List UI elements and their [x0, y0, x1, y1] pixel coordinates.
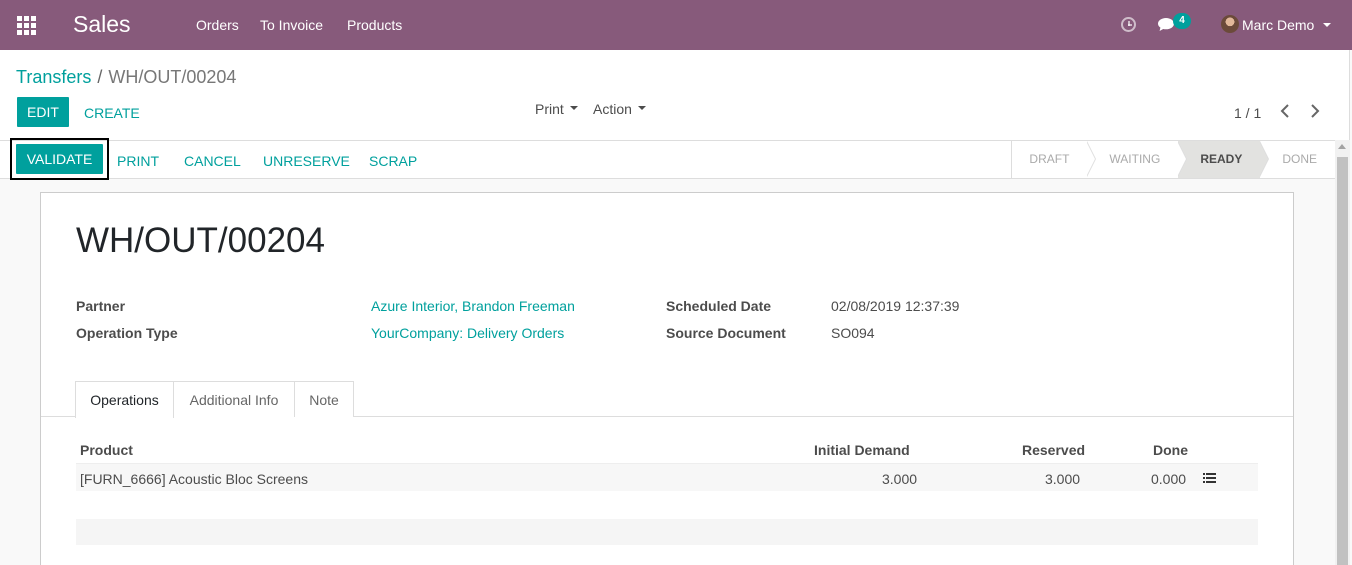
menu-orders[interactable]: Orders: [196, 17, 239, 33]
form-sheet: WH/OUT/00204 Partner Azure Interior, Bra…: [40, 192, 1294, 565]
create-button[interactable]: CREATE: [84, 105, 140, 121]
validate-highlight: VALIDATE: [10, 138, 109, 180]
tab-note[interactable]: Note: [294, 381, 354, 417]
chevron-left-icon[interactable]: [1278, 102, 1292, 120]
stage-pipeline: DRAFT WAITING READY DONE: [1011, 140, 1335, 178]
stage-waiting: WAITING: [1087, 140, 1188, 178]
action-dropdown-label: Action: [593, 101, 632, 117]
breadcrumb: Transfers / WH/OUT/00204: [16, 67, 236, 88]
detailed-operations-list-icon[interactable]: [1203, 473, 1216, 483]
breadcrumb-current: WH/OUT/00204: [108, 67, 237, 87]
tab-operations[interactable]: Operations: [75, 381, 174, 418]
statusbar: VALIDATE PRINT CANCEL UNRESERVE SCRAP DR…: [0, 138, 1335, 180]
source-document-label: Source Document: [666, 325, 786, 341]
breadcrumb-separator: /: [97, 67, 103, 87]
breadcrumb-transfers-link[interactable]: Transfers: [16, 67, 91, 87]
print-dropdown-label: Print: [535, 101, 564, 117]
print-button[interactable]: PRINT: [117, 153, 159, 169]
menu-products[interactable]: Products: [347, 17, 402, 33]
empty-table-row: [76, 519, 1258, 545]
user-name[interactable]: Marc Demo: [1242, 17, 1314, 33]
cell-initial-demand: 3.000: [882, 471, 918, 487]
partner-value-link[interactable]: Azure Interior, Brandon Freeman: [371, 298, 575, 314]
cancel-button[interactable]: CANCEL: [184, 153, 241, 169]
action-dropdown[interactable]: Action: [593, 101, 646, 117]
caret-down-icon[interactable]: [1323, 23, 1331, 27]
column-header-initial-demand[interactable]: Initial Demand: [814, 442, 910, 458]
avatar[interactable]: [1221, 15, 1239, 33]
scroll-thumb[interactable]: [1337, 157, 1348, 565]
source-document-value: SO094: [831, 325, 875, 341]
cell-reserved: 3.000: [1045, 471, 1081, 487]
cell-done: 0.000: [1151, 471, 1187, 487]
column-header-product[interactable]: Product: [80, 442, 133, 458]
tab-additional-info[interactable]: Additional Info: [173, 381, 295, 417]
validate-button[interactable]: VALIDATE: [16, 144, 103, 174]
scrap-button[interactable]: SCRAP: [369, 153, 417, 169]
app-name[interactable]: Sales: [73, 11, 131, 38]
scheduled-date-value: 02/08/2019 12:37:39: [831, 298, 960, 314]
stage-ready: READY: [1178, 140, 1270, 178]
scroll-up-icon[interactable]: [1338, 144, 1346, 149]
chat-count-badge: 4: [1173, 13, 1191, 29]
operation-type-label: Operation Type: [76, 325, 178, 341]
chevron-right-icon[interactable]: [1308, 102, 1322, 120]
record-title: WH/OUT/00204: [76, 221, 325, 260]
cell-product: [FURN_6666] Acoustic Bloc Screens: [80, 471, 308, 487]
scrollbar[interactable]: [1335, 140, 1350, 565]
edit-button[interactable]: EDIT: [17, 97, 69, 127]
activity-clock-icon[interactable]: [1121, 17, 1136, 32]
table-row[interactable]: [FURN_6666] Acoustic Bloc Screens 3.000 …: [76, 463, 1258, 491]
operation-type-value-link[interactable]: YourCompany: Delivery Orders: [371, 325, 564, 341]
stage-draft: DRAFT: [1012, 140, 1097, 178]
stage-done: DONE: [1260, 141, 1335, 178]
stage-done-label: DONE: [1282, 152, 1317, 166]
print-dropdown[interactable]: Print: [535, 101, 578, 117]
chat-icon[interactable]: [1158, 18, 1174, 31]
control-panel: Transfers / WH/OUT/00204 EDIT CREATE Print…: [0, 50, 1350, 140]
top-navbar: Sales Orders To Invoice Products 4 Marc …: [0, 0, 1352, 50]
pager-value[interactable]: 1 / 1: [1234, 105, 1261, 121]
caret-down-icon: [569, 106, 578, 111]
unreserve-button[interactable]: UNRESERVE: [263, 153, 350, 169]
column-header-reserved[interactable]: Reserved: [1022, 442, 1085, 458]
notebook-tabs: Operations Additional Info Note: [41, 381, 1293, 418]
stage-waiting-label: WAITING: [1109, 152, 1161, 166]
scheduled-date-label: Scheduled Date: [666, 298, 772, 314]
stage-draft-label: DRAFT: [1029, 152, 1070, 166]
apps-menu-icon[interactable]: [17, 16, 36, 35]
partner-label: Partner: [76, 298, 126, 314]
column-header-done[interactable]: Done: [1153, 442, 1188, 458]
menu-to-invoice[interactable]: To Invoice: [260, 17, 323, 33]
caret-down-icon: [637, 106, 646, 111]
stage-ready-label: READY: [1200, 152, 1243, 166]
